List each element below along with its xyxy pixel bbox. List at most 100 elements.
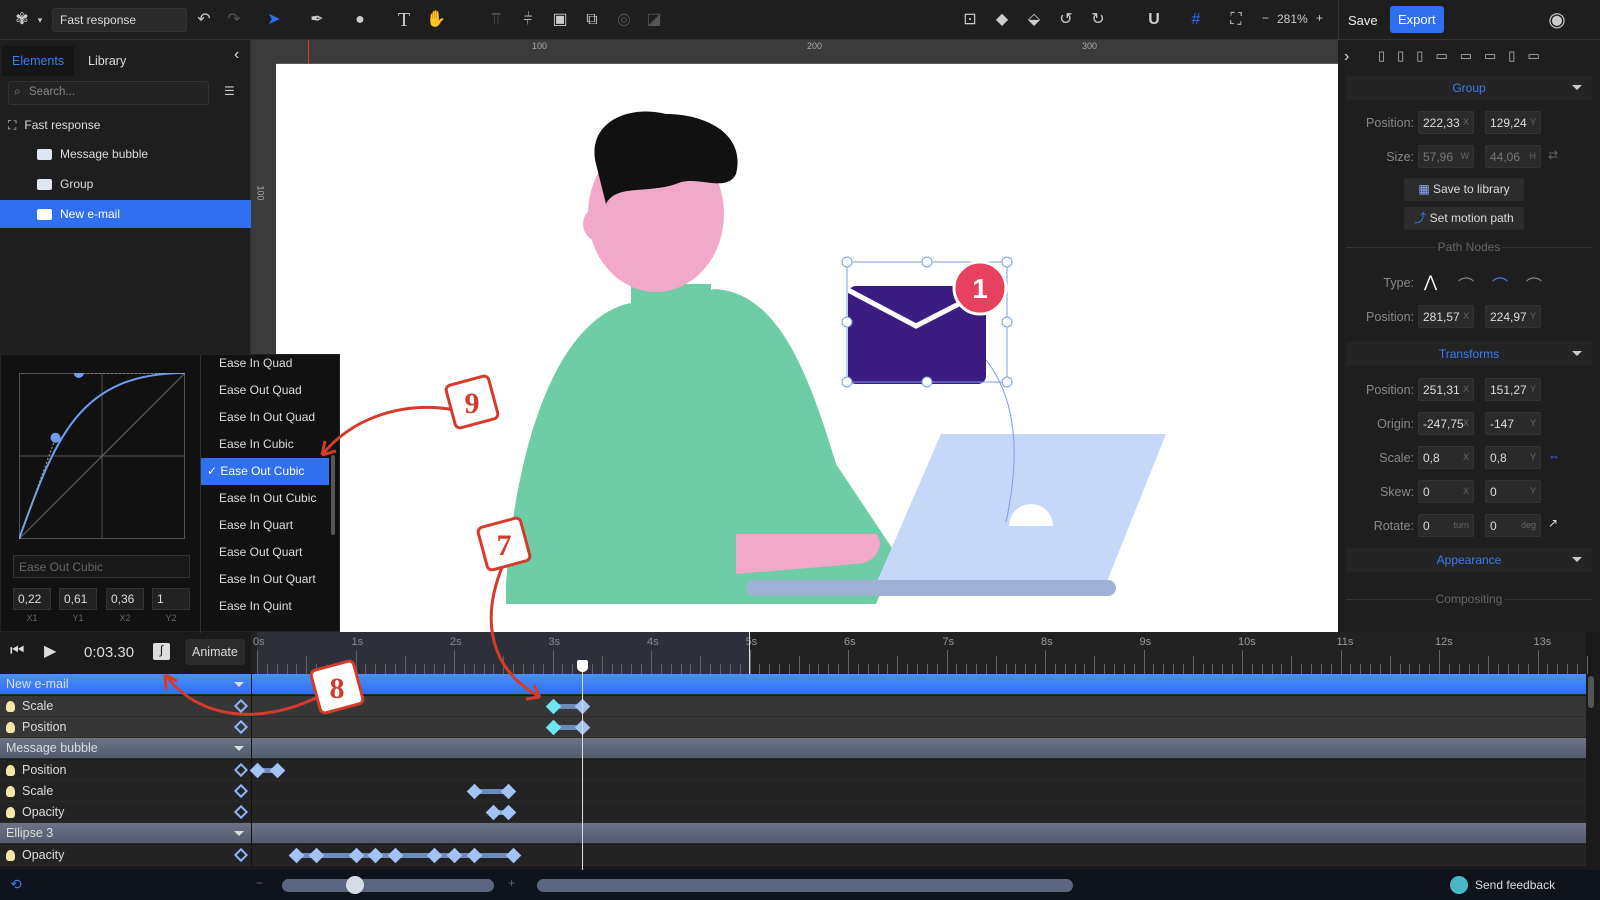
easing-option[interactable]: ✓ Ease Out Cubic	[201, 458, 329, 485]
keyframe[interactable]	[348, 847, 364, 864]
visibility-bulb-icon[interactable]	[6, 807, 15, 818]
easing-option[interactable]: Ease In Out Quad	[201, 404, 329, 431]
zoom-out-button[interactable]: −	[1262, 11, 1269, 25]
easing-option[interactable]: Ease Out Quart	[201, 539, 329, 566]
y1-field[interactable]: 0,61	[59, 588, 97, 610]
timeline-zoom-out[interactable]: −	[256, 876, 263, 890]
group-position-y[interactable]: 129,24 Y	[1485, 111, 1541, 134]
align-tools[interactable]: ▯▯▯▭▭▭▯▭	[1378, 48, 1552, 64]
zoom-level[interactable]: 281%	[1277, 12, 1308, 26]
boolean-ops-icon[interactable]: ◪	[642, 8, 666, 32]
caret-down-icon[interactable]	[234, 831, 244, 841]
flip-horizontal-icon[interactable]: ◆	[990, 8, 1014, 32]
x2-field[interactable]: 0,36	[106, 588, 144, 610]
save-to-library-button[interactable]: ▦ Save to library	[1404, 178, 1524, 201]
keyframe[interactable]	[466, 783, 482, 800]
zoom-in-button[interactable]: +	[1316, 11, 1323, 25]
keyframe[interactable]	[500, 783, 517, 800]
keyframe[interactable]	[427, 847, 443, 864]
section-transforms[interactable]: Transforms	[1346, 342, 1592, 366]
sort-icon[interactable]: ☰	[224, 84, 235, 98]
artboard[interactable]: 1	[276, 64, 1338, 632]
node-type-smooth-icon[interactable]: ⌒	[1458, 272, 1474, 296]
keyframe[interactable]	[500, 804, 517, 821]
caret-down-icon[interactable]	[234, 682, 244, 692]
align-middle-icon[interactable]: ⫩	[516, 8, 540, 32]
timeline-group-row[interactable]: Message bubble	[0, 738, 1586, 759]
tab-elements[interactable]: Elements	[2, 46, 75, 76]
undo-icon[interactable]: ↶	[192, 8, 216, 32]
keyframe[interactable]	[486, 804, 502, 821]
timeline-zoom-slider[interactable]	[282, 876, 494, 894]
rotate-along-path-icon[interactable]: ↗	[1548, 516, 1558, 530]
easing-list[interactable]: Ease In Quad Ease Out Quad Ease In Out Qua…	[200, 355, 341, 633]
add-keyframe-icon[interactable]	[233, 847, 249, 863]
visibility-bulb-icon[interactable]	[6, 765, 15, 776]
timeline-group-row[interactable]: Ellipse 3	[0, 823, 1586, 844]
rotate-deg[interactable]: 0 deg	[1485, 514, 1541, 537]
horizontal-ruler[interactable]: 100 200 300	[276, 40, 1338, 64]
tree-item-new-email[interactable]: New e-mail	[0, 200, 251, 228]
add-keyframe-icon[interactable]	[233, 783, 249, 799]
caret-down-icon[interactable]	[234, 746, 244, 756]
link-scale-icon[interactable]: ⇔	[1548, 449, 1560, 463]
keyframe[interactable]	[545, 698, 561, 715]
redo-icon[interactable]: ↷	[222, 8, 246, 32]
work-area[interactable]	[257, 632, 750, 674]
group-size-h[interactable]: 44,06 H	[1485, 145, 1541, 168]
section-appearance[interactable]: Appearance	[1346, 548, 1592, 572]
snap-magnet-icon[interactable]: U	[1142, 8, 1166, 32]
timeline-scrollbar[interactable]	[1588, 676, 1594, 708]
node-type-asymmetric-icon[interactable]: ⌒	[1526, 272, 1542, 296]
rotate-left-90-icon[interactable]: ↺	[1054, 8, 1078, 32]
timeline-property-row[interactable]: Scale	[0, 696, 1586, 717]
timeline-property-row[interactable]: Scale	[0, 781, 1586, 802]
node-position-x[interactable]: 281,57 X	[1418, 305, 1474, 328]
easing-option[interactable]: Ease Out Quad	[201, 377, 329, 404]
scrollbar[interactable]	[331, 455, 335, 535]
keyframe[interactable]	[505, 847, 522, 864]
horizontal-scrollbar[interactable]	[537, 879, 1073, 892]
pen-tool-icon[interactable]: ✒	[305, 8, 329, 32]
origin-x[interactable]: -247,75 X	[1418, 412, 1474, 435]
group-position-x[interactable]: 222,33 X	[1418, 111, 1474, 134]
control-point-2[interactable]	[73, 373, 84, 378]
timeline-property-row[interactable]: Opacity	[0, 845, 1586, 866]
x1-field[interactable]: 0,22	[13, 588, 51, 610]
node-position-y[interactable]: 224,97 Y	[1485, 305, 1541, 328]
easing-name-field[interactable]: Ease Out Cubic	[13, 555, 190, 578]
skew-x[interactable]: 0X	[1418, 480, 1474, 503]
playhead[interactable]	[577, 660, 589, 870]
flip-vertical-icon[interactable]: ⬙	[1022, 8, 1046, 32]
easing-option[interactable]: Ease In Quad	[201, 350, 329, 377]
visibility-bulb-icon[interactable]	[6, 722, 15, 733]
visibility-bulb-icon[interactable]	[6, 701, 15, 712]
easing-curve-icon[interactable]: ∫	[153, 643, 170, 660]
current-time[interactable]: 0:03.30	[84, 644, 134, 661]
select-tool-icon[interactable]: ➤	[262, 8, 286, 32]
expand-panel-icon[interactable]: ›	[1344, 48, 1349, 66]
transform-box-icon[interactable]: ⊡	[958, 8, 982, 32]
timeline-property-row[interactable]: Position	[0, 760, 1586, 781]
skew-y[interactable]: 0Y	[1485, 480, 1541, 503]
keyframe[interactable]	[367, 847, 384, 864]
keyframe[interactable]	[289, 847, 305, 864]
collapse-panel-icon[interactable]: ‹	[234, 46, 239, 64]
tree-item-fast-response[interactable]: ⛶ Fast response	[0, 111, 251, 139]
transform-position-x[interactable]: 251,31 X	[1418, 378, 1474, 401]
add-keyframe-icon[interactable]	[233, 804, 249, 820]
keyframe[interactable]	[387, 847, 404, 864]
align-top-icon[interactable]: ⫪	[484, 8, 508, 32]
scale-x[interactable]: 0,8 X	[1418, 446, 1474, 469]
transform-position-y[interactable]: 151,27 Y	[1485, 378, 1541, 401]
add-keyframe-icon[interactable]	[233, 719, 249, 735]
user-avatar-icon[interactable]: ◉	[1545, 8, 1569, 32]
rotate-turn[interactable]: 0 turn	[1418, 514, 1474, 537]
timeline-ruler[interactable]: 0s 1s 2s 3s 4s 5s 6s 7s 8s 9s 10s 11s 12s 13s	[251, 632, 1588, 674]
group-icon[interactable]: ▣	[548, 8, 572, 32]
link-ratio-icon[interactable]: ⇄	[1548, 148, 1558, 162]
keyframe[interactable]	[308, 847, 325, 864]
group-size-w[interactable]: 57,96 W	[1418, 145, 1474, 168]
chevron-down-icon[interactable]: ▾	[34, 8, 46, 32]
send-feedback-link[interactable]: Send feedback	[1475, 878, 1555, 892]
